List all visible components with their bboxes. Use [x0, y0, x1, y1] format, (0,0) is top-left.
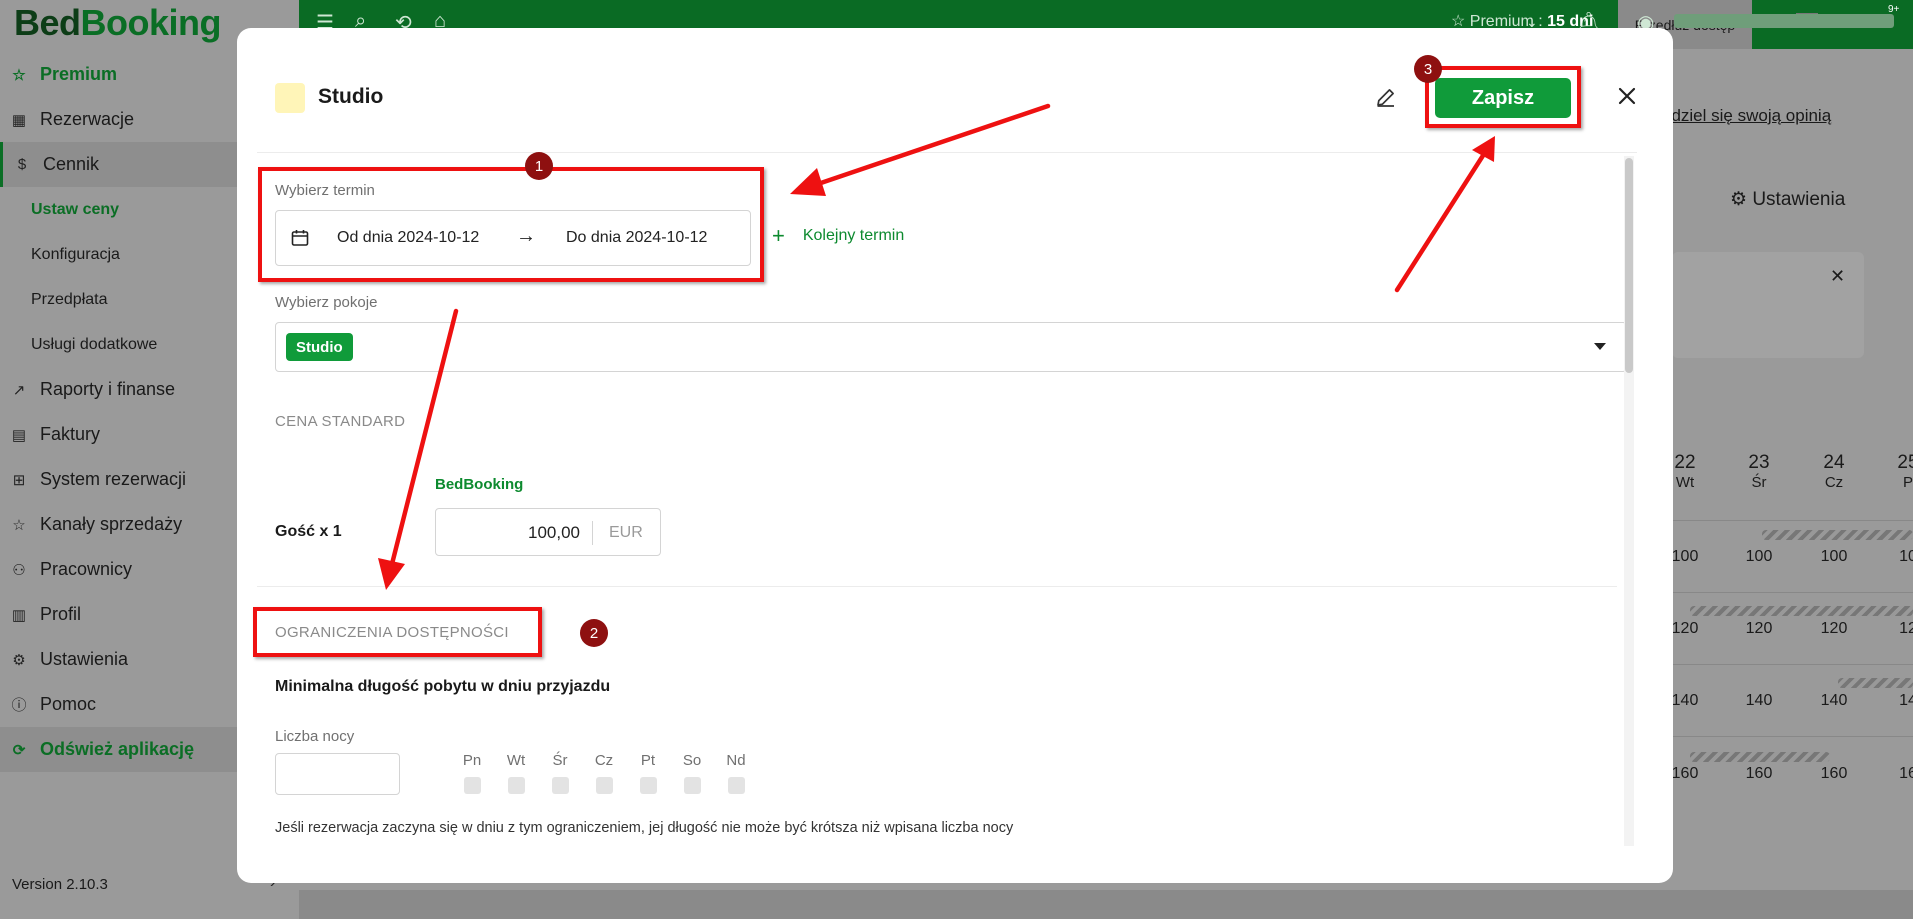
- info-icon: ⓘ: [11, 697, 27, 714]
- refresh-icon: ⟳: [12, 741, 26, 759]
- calendar-price[interactable]: 12: [1873, 620, 1913, 638]
- bottom-strip: [299, 890, 1913, 919]
- close-icon[interactable]: ✕: [1830, 266, 1845, 287]
- app-logo[interactable]: BedBooking: [14, 2, 222, 44]
- calendar-price[interactable]: 140: [1799, 692, 1869, 710]
- calendar-booking-bar[interactable]: [1690, 606, 1913, 616]
- chart-icon: ↗: [12, 381, 26, 399]
- price-input[interactable]: 100,00 EUR: [435, 508, 661, 556]
- weekday-checkbox-tue[interactable]: Wt: [501, 752, 531, 794]
- plus-icon: +: [772, 223, 785, 248]
- calendar-booking-bar[interactable]: [1838, 678, 1913, 688]
- annotation-marker-1: 1: [525, 152, 553, 180]
- calendar-price[interactable]: 160: [1724, 765, 1794, 783]
- rooms-label: Wybierz pokoje: [275, 294, 378, 311]
- nights-label: Liczba nocy: [275, 728, 355, 745]
- caret-down-icon[interactable]: [1594, 343, 1606, 350]
- divider: [592, 521, 593, 545]
- add-term-button[interactable]: + Kolejny termin: [772, 223, 904, 248]
- calendar-day-header: 23 Śr: [1748, 452, 1770, 491]
- user-name-redacted: [1674, 14, 1894, 28]
- dollar-icon: $: [17, 156, 27, 173]
- grid-icon: ⊞: [12, 471, 26, 489]
- checkbox[interactable]: [551, 777, 569, 794]
- gear-icon: ⚙: [1730, 189, 1748, 210]
- channel-name: BedBooking: [435, 476, 524, 493]
- weekday-checkbox-fri[interactable]: Pt: [633, 752, 663, 794]
- annotation-marker-3: 3: [1414, 55, 1442, 83]
- min-stay-title: Minimalna długość pobytu w dniu przyjazd…: [275, 678, 611, 695]
- app-version: Version 2.10.3: [12, 876, 108, 893]
- annotation-box-date: [258, 167, 764, 282]
- calendar-price[interactable]: 120: [1799, 620, 1869, 638]
- calendar-booking-bar[interactable]: [1690, 752, 1830, 762]
- section-divider: [257, 586, 1617, 587]
- building-icon: ▥: [11, 606, 27, 624]
- annotation-marker-2: 2: [580, 619, 608, 647]
- checkbox[interactable]: [727, 777, 745, 794]
- price-value[interactable]: 100,00: [528, 523, 580, 543]
- header-divider: [257, 152, 1637, 153]
- annotation-box-availability: [253, 607, 542, 657]
- calendar-icon: ▦: [11, 111, 27, 129]
- star-outline-icon: ☆: [12, 516, 26, 534]
- checkbox[interactable]: [463, 777, 481, 794]
- guest-count-label: Gość x 1: [275, 523, 342, 540]
- checkbox[interactable]: [507, 777, 525, 794]
- checkbox[interactable]: [639, 777, 657, 794]
- calendar-price[interactable]: 140: [1724, 692, 1794, 710]
- weekday-checkbox-sat[interactable]: So: [677, 752, 707, 794]
- annotation-box-save: [1425, 66, 1581, 128]
- calendar-booking-bar[interactable]: [1762, 530, 1913, 540]
- price-edit-modal: Studio Zapisz Wybierz termin Od dnia 202…: [237, 28, 1673, 883]
- weekday-checkbox-thu[interactable]: Cz: [589, 752, 619, 794]
- close-icon[interactable]: [1615, 84, 1639, 108]
- min-stay-help-text: Jeśli rezerwacja zaczyna się w dniu z ty…: [275, 820, 1014, 836]
- calendar-price[interactable]: 10: [1873, 548, 1913, 566]
- pencil-icon[interactable]: [1374, 85, 1398, 109]
- calendar-price[interactable]: 100: [1799, 548, 1869, 566]
- room-color-swatch: [275, 83, 305, 113]
- calendar-price[interactable]: 16: [1873, 765, 1913, 783]
- weekday-checkbox-mon[interactable]: Pn: [457, 752, 487, 794]
- currency-label: EUR: [609, 524, 643, 541]
- scrollbar-thumb[interactable]: [1625, 158, 1633, 373]
- room-tag[interactable]: Studio: [286, 333, 353, 361]
- calendar-price[interactable]: 160: [1799, 765, 1869, 783]
- calendar-price[interactable]: 100: [1724, 548, 1794, 566]
- checkbox[interactable]: [595, 777, 613, 794]
- calendar-price[interactable]: 14: [1873, 692, 1913, 710]
- feedback-link[interactable]: odziel się swoją opinią: [1662, 106, 1831, 126]
- invoice-icon: ▤: [11, 426, 27, 444]
- nights-input[interactable]: [275, 753, 400, 795]
- rooms-select[interactable]: Studio: [275, 322, 1627, 372]
- settings-link[interactable]: ⚙ Ustawienia: [1730, 188, 1845, 211]
- calendar-day-header: 25P: [1897, 452, 1913, 491]
- weekday-checkbox-sun[interactable]: Nd: [721, 752, 751, 794]
- gear-icon: ⚙: [12, 651, 26, 669]
- checkbox[interactable]: [683, 777, 701, 794]
- weekday-checkbox-wed[interactable]: Śr: [545, 752, 575, 794]
- calendar-price[interactable]: 120: [1724, 620, 1794, 638]
- calendar-day-header: 24 Cz: [1823, 452, 1845, 491]
- user-plus-icon: ⚇: [12, 561, 26, 579]
- star-icon: ☆: [12, 66, 26, 84]
- price-section-title: CENA STANDARD: [275, 413, 406, 430]
- modal-title: Studio: [318, 85, 384, 108]
